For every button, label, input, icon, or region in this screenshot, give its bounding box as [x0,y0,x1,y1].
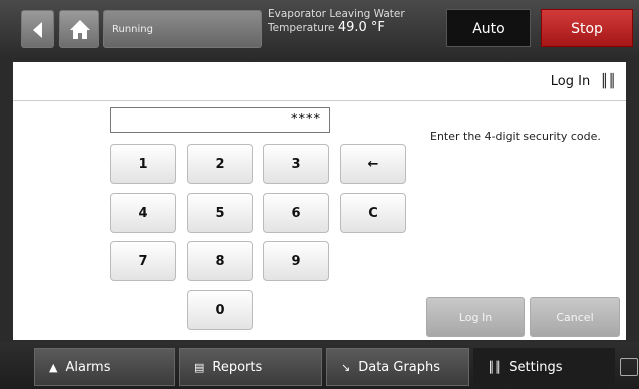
back-button[interactable] [21,10,54,48]
login-button[interactable]: Log In [426,297,525,337]
tab-label: Reports [212,360,263,375]
temperature-label: Temperature [268,22,335,34]
tab-settings[interactable]: ║║ Settings [473,348,615,386]
tab-label: Data Graphs [358,360,441,375]
key-7[interactable]: 7 [110,241,176,281]
alarm-icon: ▲ [49,361,58,374]
tab-alarms[interactable]: ▲ Alarms [34,348,175,386]
tab-data-graphs[interactable]: ↘ Data Graphs [326,348,469,386]
login-title: Log In [550,74,591,89]
auto-mode-button[interactable]: Auto [446,9,531,47]
divider [13,100,626,101]
key-2[interactable]: 2 [187,144,253,184]
reports-icon: ▤ [194,361,205,374]
login-panel: Log In ║║ **** 1 2 3 ← 4 5 6 C 7 8 9 0 E… [13,62,626,340]
settings-sliders-icon: ║║ [600,74,616,89]
bottom-nav: ▲ Alarms ▤ Reports ↘ Data Graphs ║║ Settings [0,342,639,389]
top-bar: Running Evaporator Leaving Water Tempera… [0,0,639,60]
home-icon [70,20,90,39]
settings-icon: ║║ [488,361,502,374]
home-button[interactable] [59,10,99,48]
security-code-input[interactable]: **** [110,107,330,133]
clear-key[interactable]: C [340,193,406,233]
back-arrow-icon [33,22,42,38]
key-1[interactable]: 1 [110,144,176,184]
cancel-button[interactable]: Cancel [530,297,620,337]
temperature-value: 49.0 °F [337,20,385,35]
stop-button[interactable]: Stop [541,9,633,47]
key-5[interactable]: 5 [187,193,253,233]
tab-reports[interactable]: ▤ Reports [179,348,322,386]
key-9[interactable]: 9 [263,241,329,281]
key-3[interactable]: 3 [263,144,329,184]
tab-label: Settings [509,360,563,375]
key-6[interactable]: 6 [263,193,329,233]
key-0[interactable]: 0 [187,290,253,330]
key-8[interactable]: 8 [187,241,253,281]
status-indicator: Running [103,10,262,48]
security-code-hint: Enter the 4-digit security code. [430,130,601,143]
login-header: Log In ║║ [551,74,616,89]
tab-label: Alarms [65,360,111,375]
evaporator-temperature: Evaporator Leaving Water Temperature 49.… [268,8,405,35]
key-4[interactable]: 4 [110,193,176,233]
graph-icon: ↘ [341,361,351,374]
backspace-key[interactable]: ← [340,144,406,184]
chat-icon[interactable] [620,358,638,376]
